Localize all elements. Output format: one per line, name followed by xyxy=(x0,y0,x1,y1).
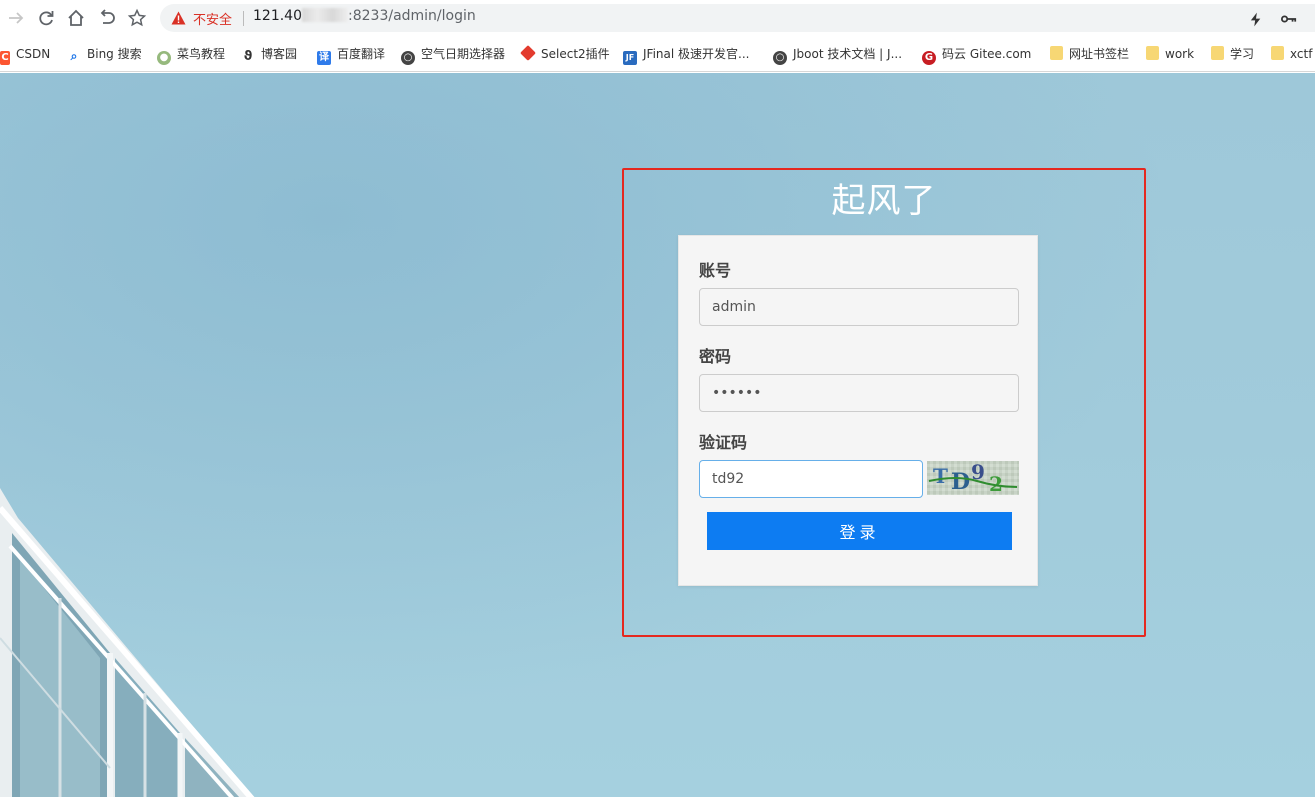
captcha-label: 验证码 xyxy=(699,433,748,452)
globe-icon: ○ xyxy=(773,51,787,65)
svg-text:T: T xyxy=(933,464,948,488)
bookmark-folder-study[interactable]: 学习 xyxy=(1211,45,1254,63)
gitee-icon: G xyxy=(922,51,936,65)
search-icon: ⌕ xyxy=(70,49,78,63)
bookmark-select2[interactable]: Select2插件 xyxy=(520,45,610,63)
login-button[interactable]: 登录 xyxy=(707,512,1012,550)
key-icon[interactable] xyxy=(1281,12,1297,28)
bookmark-label: JFinal 极速开发官... xyxy=(643,47,750,61)
url-path: :8233/admin/login xyxy=(348,8,476,24)
address-bar[interactable]: 不安全 121.40 :8233/admin/login xyxy=(160,4,1315,32)
undo-icon[interactable] xyxy=(95,6,119,30)
bookmark-jboot[interactable]: ○ Jboot 技术文档 | J... xyxy=(773,45,903,65)
cnblogs-icon: ϑ xyxy=(243,49,253,64)
bookmark-label: 学习 xyxy=(1230,47,1255,61)
bookmark-label: Jboot 技术文档 | J... xyxy=(793,47,903,61)
bookmark-bing[interactable]: ⌕ Bing 搜索 xyxy=(67,45,142,63)
bookmark-label: xctf xyxy=(1290,47,1313,61)
folder-icon xyxy=(1271,46,1284,60)
site-title: 起风了 xyxy=(831,181,937,221)
bookmark-folder-work[interactable]: work xyxy=(1146,45,1194,63)
bookmark-folder-links[interactable]: 网址书签栏 xyxy=(1050,45,1129,63)
home-icon[interactable] xyxy=(64,6,88,30)
account-label: 账号 xyxy=(699,261,732,280)
reload-icon[interactable] xyxy=(34,6,58,30)
bookmark-gitee[interactable]: G 码云 Gitee.com xyxy=(922,45,1032,65)
bookmark-label: 网址书签栏 xyxy=(1069,47,1130,61)
folder-icon xyxy=(1146,46,1159,60)
runoob-icon: ● xyxy=(157,51,171,65)
bookmark-jfinal[interactable]: JF JFinal 极速开发官... xyxy=(623,45,750,65)
bookmark-cnblogs[interactable]: ϑ 博客园 xyxy=(241,45,298,64)
translate-icon: 译 xyxy=(317,51,331,65)
bookmark-folder-xctf[interactable]: xctf xyxy=(1271,45,1312,63)
jfinal-icon: JF xyxy=(623,51,637,65)
browser-toolbar: 不安全 121.40 :8233/admin/login xyxy=(0,0,1315,36)
folder-icon xyxy=(1050,46,1063,60)
bookmarks-bar: C CSDN ⌕ Bing 搜索 ● 菜鸟教程 ϑ 博客园 译百度翻译 ○ 空气日期选择器… xyxy=(0,36,1315,72)
bookmark-label: 菜鸟教程 xyxy=(177,47,226,61)
folder-icon xyxy=(1211,46,1224,60)
bookmark-label: Select2插件 xyxy=(541,47,610,61)
back-icon[interactable] xyxy=(4,6,28,30)
captcha-input[interactable] xyxy=(699,460,923,498)
bookmark-label: CSDN xyxy=(16,47,51,61)
bookmark-baidu-translate[interactable]: 译百度翻译 xyxy=(317,45,386,65)
select2-icon xyxy=(520,45,536,61)
warning-icon xyxy=(171,11,186,25)
redacted-ip-mask xyxy=(302,8,348,22)
bookmark-star-icon[interactable] xyxy=(125,6,149,30)
building-background-image xyxy=(0,488,255,797)
password-input[interactable] xyxy=(699,374,1019,412)
captcha-image[interactable]: T D 9 2 xyxy=(927,461,1019,495)
lightning-icon[interactable] xyxy=(1250,12,1262,31)
password-label: 密码 xyxy=(699,347,732,366)
url-host: 121.40 xyxy=(253,8,302,24)
bookmark-label: work xyxy=(1165,47,1195,61)
svg-text:D: D xyxy=(951,469,970,495)
bookmark-label: 博客园 xyxy=(261,47,298,61)
globe-icon: ○ xyxy=(401,51,415,65)
bookmark-csdn[interactable]: C CSDN xyxy=(0,45,51,65)
url-text[interactable]: 121.40 :8233/admin/login xyxy=(253,8,476,24)
login-page: 起风了 账号 密码 验证码 T D 9 2 登录 xyxy=(0,73,1315,797)
bookmark-runoob[interactable]: ● 菜鸟教程 xyxy=(157,45,226,65)
security-warning-label[interactable]: 不安全 xyxy=(193,9,232,28)
account-input[interactable] xyxy=(699,288,1019,326)
bookmark-label: 空气日期选择器 xyxy=(421,47,506,61)
bookmark-date-picker[interactable]: ○ 空气日期选择器 xyxy=(401,45,506,65)
omnibox-divider xyxy=(243,11,244,26)
bookmark-label: 码云 Gitee.com xyxy=(942,47,1032,61)
bookmark-label: Bing 搜索 xyxy=(87,47,142,61)
login-form: 账号 密码 验证码 T D 9 2 登录 xyxy=(678,235,1038,586)
csdn-icon: C xyxy=(0,51,10,65)
bookmark-label: 百度翻译 xyxy=(337,47,386,61)
